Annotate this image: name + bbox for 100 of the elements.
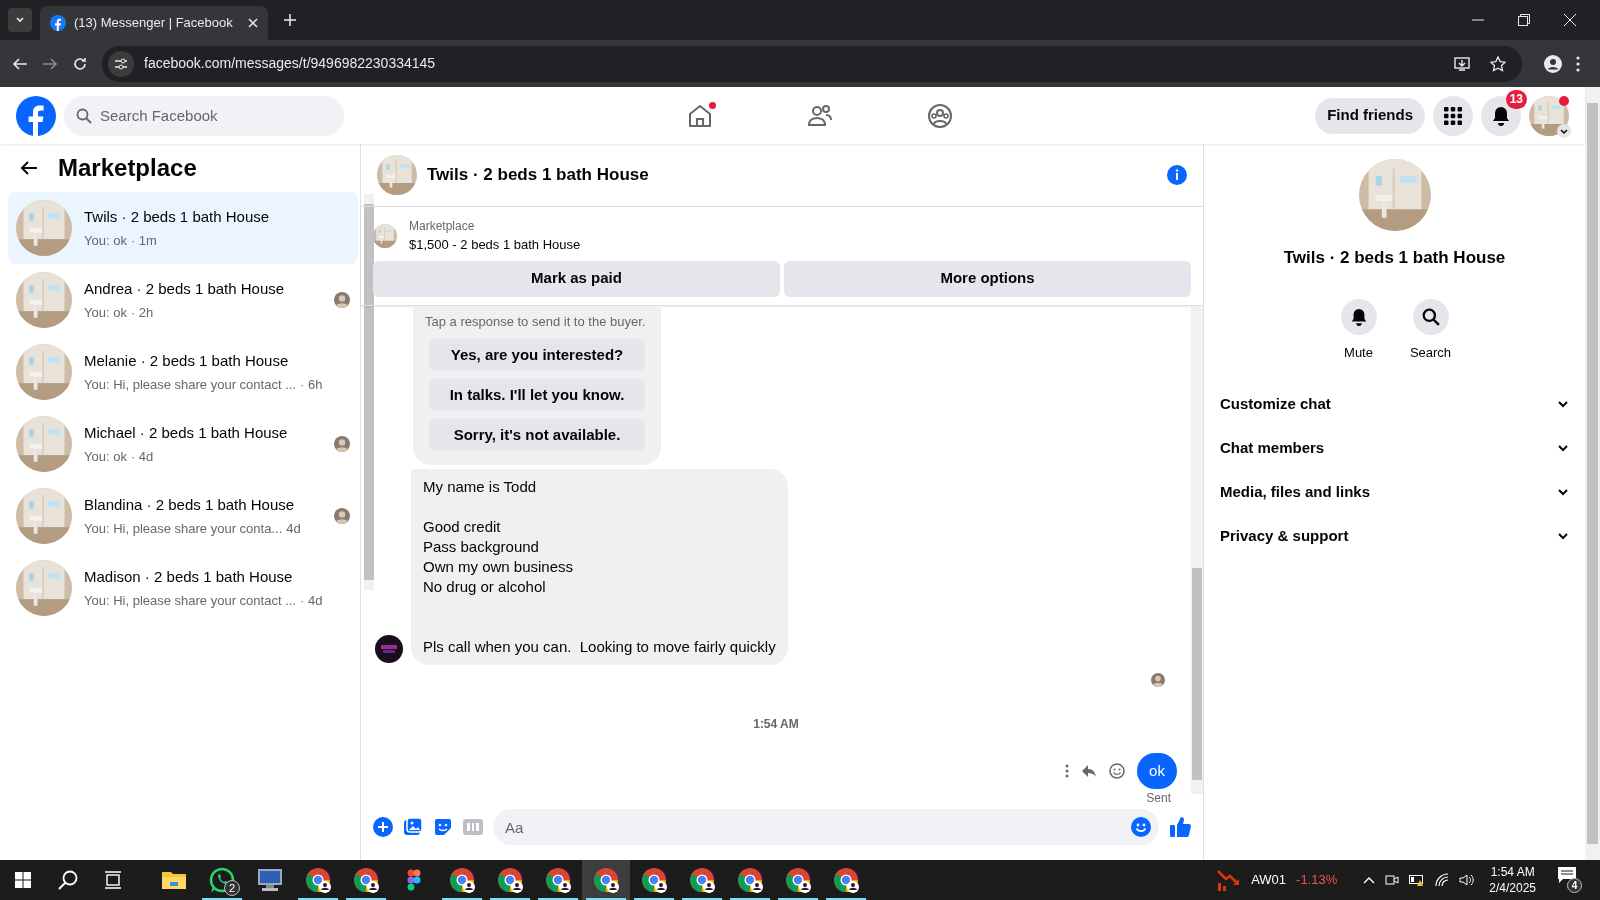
chevron-up-icon[interactable]	[1363, 876, 1376, 884]
quick-response-button[interactable]: In talks. I'll let you know.	[429, 379, 645, 411]
chrome-icon	[641, 867, 667, 893]
taskbar-app[interactable]	[582, 860, 630, 900]
clock[interactable]: 1:54 AM 2/4/2025	[1489, 864, 1536, 896]
listing-action-button[interactable]: Mark as paid	[373, 260, 780, 297]
close-icon[interactable]	[248, 18, 258, 28]
back-arrow-icon[interactable]	[20, 159, 38, 177]
message-preview: You: ok	[84, 304, 127, 322]
folder-icon	[162, 869, 186, 891]
conversation-item[interactable]: Blandina · 2 beds 1 bath House You: Hi, please share your conta... 4d	[8, 480, 359, 552]
conversation-item[interactable]: Madison · 2 beds 1 bath House You: Hi, please share your contact ... · 4d	[8, 552, 359, 624]
image-icon[interactable]	[403, 817, 423, 837]
message-timestamp: 1:54 AM	[753, 716, 799, 733]
chevron-icon	[1557, 530, 1569, 542]
menu-button[interactable]	[1433, 95, 1473, 136]
facebook-logo[interactable]	[16, 95, 56, 136]
chevron-icon[interactable]	[1557, 123, 1571, 138]
sidebar-title: Marketplace	[58, 153, 197, 183]
trend-down-icon	[1217, 869, 1242, 891]
section-title: Privacy & support	[1220, 525, 1349, 546]
reply-icon[interactable]	[1081, 764, 1097, 778]
emoji-icon[interactable]	[1109, 763, 1125, 779]
app-badge: 2	[224, 880, 240, 896]
chrome-icon	[545, 867, 571, 893]
quick-response-button[interactable]: Yes, are you interested?	[429, 339, 645, 371]
install-icon[interactable]	[1454, 55, 1470, 72]
message-time: · 4d	[300, 592, 323, 610]
chrome-icon	[353, 867, 379, 893]
wifi-icon[interactable]	[1435, 873, 1450, 887]
sticker-icon[interactable]	[433, 817, 453, 837]
battery-warning-icon[interactable]	[1409, 873, 1426, 887]
conversation-item[interactable]: Michael · 2 beds 1 bath House You: ok · 4d	[8, 408, 359, 480]
listing-action-button[interactable]: More options	[784, 260, 1191, 297]
scrollbar[interactable]	[1585, 87, 1600, 860]
conversation-title: Melanie · 2 beds 1 bath House	[84, 350, 290, 371]
conversation-item[interactable]: Melanie · 2 beds 1 bath House You: Hi, please share your contact ... · 6h	[8, 336, 359, 408]
search-field[interactable]: Search Facebook	[64, 95, 344, 136]
close-icon[interactable]	[1564, 14, 1576, 26]
tab-list-button[interactable]	[8, 8, 32, 32]
more-icon[interactable]	[1065, 764, 1069, 778]
message-field[interactable]: Aa	[493, 809, 1159, 845]
speaker-icon[interactable]	[1459, 873, 1476, 887]
scrollbar-thumb[interactable]	[1192, 567, 1202, 780]
back-icon[interactable]	[12, 55, 28, 72]
bell-icon	[1491, 105, 1511, 126]
conversation-item[interactable]: Twils · 2 beds 1 bath House You: ok · 1m	[8, 192, 359, 264]
notification-center-icon[interactable]	[1558, 867, 1576, 883]
section-row[interactable]: Media, files and links	[1212, 470, 1577, 514]
chrome-icon	[689, 867, 715, 893]
plus-icon[interactable]	[373, 817, 393, 837]
windows-icon[interactable]	[15, 872, 31, 888]
action-label: Search	[1409, 343, 1452, 362]
section-row[interactable]: Privacy & support	[1212, 514, 1577, 558]
task-view-icon[interactable]	[104, 871, 122, 889]
scrollbar[interactable]	[1191, 305, 1203, 794]
message-time: · 2h	[130, 304, 154, 322]
forward-icon[interactable]	[42, 55, 58, 72]
chevron-icon	[1557, 486, 1569, 498]
caret-icon	[15, 15, 25, 25]
facebook-icon	[50, 15, 66, 31]
section-title: Customize chat	[1220, 393, 1331, 414]
camera-icon[interactable]	[1385, 873, 1400, 887]
reload-icon[interactable]	[72, 55, 88, 72]
emoji-icon[interactable]	[1131, 817, 1151, 837]
new-tab-icon[interactable]	[284, 14, 296, 26]
info-icon[interactable]	[1167, 165, 1187, 185]
notifications-button[interactable]	[1481, 95, 1521, 136]
sender-avatar	[375, 635, 403, 663]
tab-title: (13) Messenger | Facebook	[74, 14, 234, 33]
section-row[interactable]: Chat members	[1212, 426, 1577, 470]
search-icon[interactable]	[58, 870, 78, 890]
message-preview: You: Hi, please share your conta...	[84, 520, 283, 538]
message-preview: You: Hi, please share your contact ...	[84, 592, 296, 610]
chrome-icon	[449, 867, 475, 893]
quick-response-button[interactable]: Sorry, it's not available.	[429, 419, 645, 451]
message-time: · 1m	[130, 232, 157, 250]
friends-icon	[806, 102, 833, 129]
clock-date: 2/4/2025	[1489, 880, 1536, 896]
action-label: Mute	[1344, 343, 1373, 362]
taskbar-app[interactable]: 2	[198, 860, 246, 900]
menu-icon[interactable]	[1576, 55, 1580, 72]
section-row[interactable]: Customize chat	[1212, 382, 1577, 426]
address-field[interactable]: facebook.com/messages/t/9496982230334145	[102, 45, 1522, 82]
browser-tab[interactable]: (13) Messenger | Facebook	[40, 6, 268, 40]
site-settings-icon[interactable]	[114, 56, 128, 71]
profile-icon[interactable]	[1544, 54, 1562, 73]
thumbs-up-icon[interactable]	[1169, 816, 1191, 838]
chevron-icon	[1557, 442, 1569, 454]
avatar-icon	[1151, 673, 1165, 687]
conversation-item[interactable]: Andrea · 2 beds 1 bath House You: ok · 2h	[8, 264, 359, 336]
chevron-icon	[1557, 398, 1569, 410]
star-icon[interactable]	[1490, 55, 1506, 72]
scrollbar-thumb[interactable]	[1587, 103, 1598, 844]
conversation-title: Michael · 2 beds 1 bath House	[84, 422, 289, 443]
chrome-icon	[785, 867, 811, 893]
find-friends-button[interactable]: Find friends	[1315, 97, 1425, 134]
groups-icon	[926, 102, 953, 129]
restore-icon[interactable]	[1518, 14, 1530, 26]
message-preview: You: Hi, please share your contact ...	[84, 376, 296, 394]
